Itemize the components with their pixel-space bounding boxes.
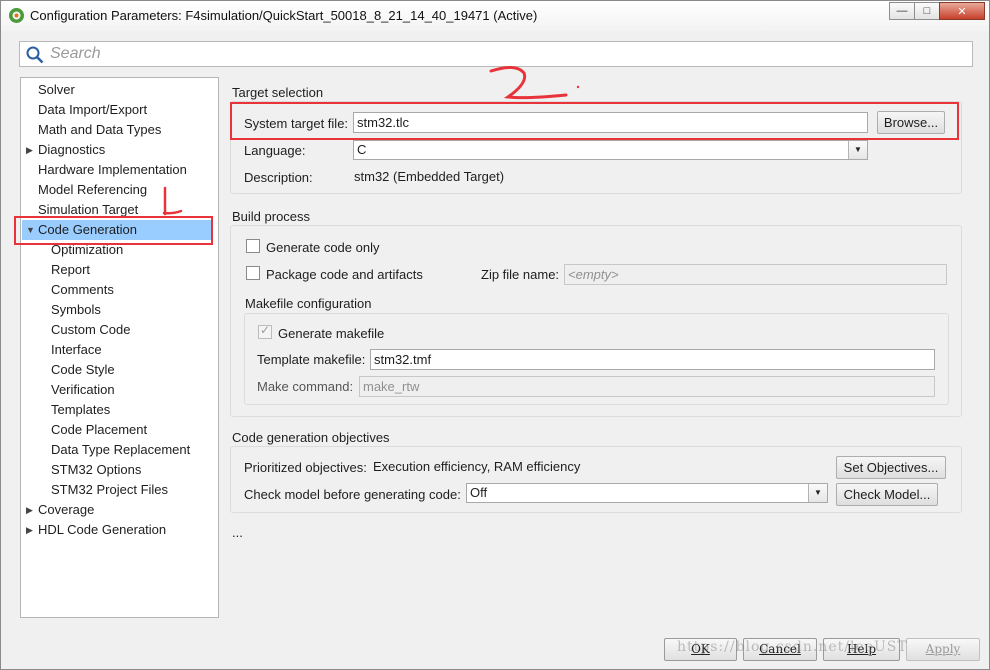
minimize-button[interactable]: — (889, 2, 915, 20)
tree-item-label: Verification (51, 382, 115, 397)
objectives-heading: Code generation objectives (232, 430, 390, 445)
annotation-number-1 (162, 186, 183, 216)
tree-item-label: Hardware Implementation (38, 162, 187, 177)
tree-item-math-data-types[interactable]: Math and Data Types (38, 120, 161, 140)
tree-item-label: Solver (38, 82, 75, 97)
expand-arrow-icon[interactable]: ▶ (26, 505, 33, 516)
tree-item-label: Code Placement (51, 422, 148, 437)
tree-item-diagnostics[interactable]: Diagnostics (38, 140, 105, 160)
check-model-value: Off (470, 485, 488, 500)
generate-code-only-label: Generate code only (266, 240, 380, 255)
tree-item-label: HDL Code Generation (38, 522, 167, 537)
more-ellipsis: ... (232, 525, 243, 540)
tree-item-label: Report (51, 262, 91, 277)
target-selection-heading: Target selection (232, 85, 324, 100)
make-command-label: Make command: (257, 379, 354, 394)
tree-item-templates[interactable]: Templates (51, 400, 110, 420)
tree-item-label: STM32 Project Files (51, 482, 169, 497)
tree-item-data-type-replacement[interactable]: Data Type Replacement (51, 440, 190, 460)
make-command-input[interactable]: make_rtw (359, 376, 935, 397)
window-title: Configuration Parameters: F4simulation/Q… (30, 8, 538, 23)
search-input[interactable] (48, 44, 948, 64)
search-box (19, 41, 973, 67)
expand-arrow-icon[interactable]: ▶ (26, 145, 33, 156)
generate-makefile-checkbox[interactable]: ✓ (258, 323, 272, 339)
tree-item-label: Templates (51, 402, 111, 417)
check-model-label: Check model before generating code: (244, 487, 461, 502)
language-label: Language: (244, 143, 306, 158)
build-process-heading: Build process (232, 209, 311, 224)
simulink-logo-icon (9, 8, 24, 23)
tree-item-hdl-code-generation[interactable]: HDL Code Generation (38, 520, 166, 540)
tree-item-model-referencing[interactable]: Model Referencing (38, 180, 147, 200)
tree-item-report[interactable]: Report (51, 260, 90, 280)
generate-code-only-checkbox[interactable] (246, 239, 260, 253)
tree-item-label: Coverage (38, 502, 95, 517)
tree-item-label: Model Referencing (38, 182, 148, 197)
tree-item-custom-code[interactable]: Custom Code (51, 320, 130, 340)
tree-item-symbols[interactable]: Symbols (51, 300, 101, 320)
tree-item-solver[interactable]: Solver (38, 80, 75, 100)
zip-file-name-label: Zip file name: (481, 267, 560, 282)
title-bar[interactable]: Configuration Parameters: F4simulation/Q… (1, 1, 989, 31)
template-makefile-input[interactable]: stm32.tmf (370, 349, 935, 370)
tree-item-verification[interactable]: Verification (51, 380, 115, 400)
tree-item-code-style[interactable]: Code Style (51, 360, 115, 380)
expand-arrow-icon[interactable]: ▶ (26, 525, 33, 536)
tree-item-label: Custom Code (51, 322, 131, 337)
tree-item-label: Data Type Replacement (51, 442, 191, 457)
dropdown-arrow-icon[interactable]: ▼ (808, 484, 827, 502)
tree-item-stm32-options[interactable]: STM32 Options (51, 460, 141, 480)
description-value: stm32 (Embedded Target) (354, 169, 505, 184)
dropdown-arrow-icon[interactable]: ▼ (848, 141, 867, 159)
close-button[interactable]: ✕ (939, 2, 985, 20)
tree-item-label: Diagnostics (38, 142, 106, 157)
prioritized-objectives-label: Prioritized objectives: (244, 460, 367, 475)
tree-item-label: Symbols (51, 302, 101, 317)
tree-item-data-import-export[interactable]: Data Import/Export (38, 100, 147, 120)
tree-item-label: Comments (51, 282, 114, 297)
check-model-select[interactable]: Off ▼ (466, 483, 828, 503)
tree-item-hardware-implementation[interactable]: Hardware Implementation (38, 160, 187, 180)
category-tree: Solver Data Import/Export Math and Data … (20, 77, 219, 618)
tree-item-stm32-project-files[interactable]: STM32 Project Files (51, 480, 168, 500)
apply-label: Apply (925, 642, 961, 656)
checkmark-icon: ✓ (260, 323, 271, 337)
description-label: Description: (244, 170, 313, 185)
watermark-text: https://blog.csdn.net/leeUST (677, 639, 908, 655)
tree-item-label: Code Style (51, 362, 115, 377)
language-select[interactable]: C ▼ (353, 140, 868, 160)
tree-item-label: Data Import/Export (38, 102, 148, 117)
check-model-button[interactable]: Check Model... (836, 483, 938, 506)
tree-item-comments[interactable]: Comments (51, 280, 114, 300)
search-icon (26, 46, 44, 64)
tree-item-label: Simulation Target (38, 202, 139, 217)
prioritized-objectives-value: Execution efficiency, RAM efficiency (373, 459, 581, 474)
maximize-button[interactable]: □ (914, 2, 940, 20)
generate-makefile-label: Generate makefile (278, 326, 385, 341)
makefile-configuration-heading: Makefile configuration (245, 296, 372, 311)
tree-item-code-placement[interactable]: Code Placement (51, 420, 147, 440)
annotation-number-2 (489, 66, 580, 100)
apply-button[interactable]: Apply (906, 638, 980, 661)
tree-item-label: Interface (51, 342, 102, 357)
tree-item-label: STM32 Options (51, 462, 142, 477)
language-value: C (357, 142, 367, 157)
tree-item-interface[interactable]: Interface (51, 340, 102, 360)
tree-item-coverage[interactable]: Coverage (38, 500, 94, 520)
package-code-label: Package code and artifacts (266, 267, 423, 282)
config-dialog: Configuration Parameters: F4simulation/Q… (0, 0, 990, 670)
template-makefile-label: Template makefile: (257, 352, 366, 367)
zip-file-name-input[interactable]: <empty> (564, 264, 947, 285)
set-objectives-button[interactable]: Set Objectives... (836, 456, 946, 479)
tree-item-label: Math and Data Types (38, 122, 162, 137)
package-code-checkbox[interactable] (246, 266, 260, 280)
highlight-box-code-generation (14, 216, 213, 245)
window-controls: — □ ✕ (889, 2, 985, 22)
highlight-box-system-target (230, 102, 959, 140)
